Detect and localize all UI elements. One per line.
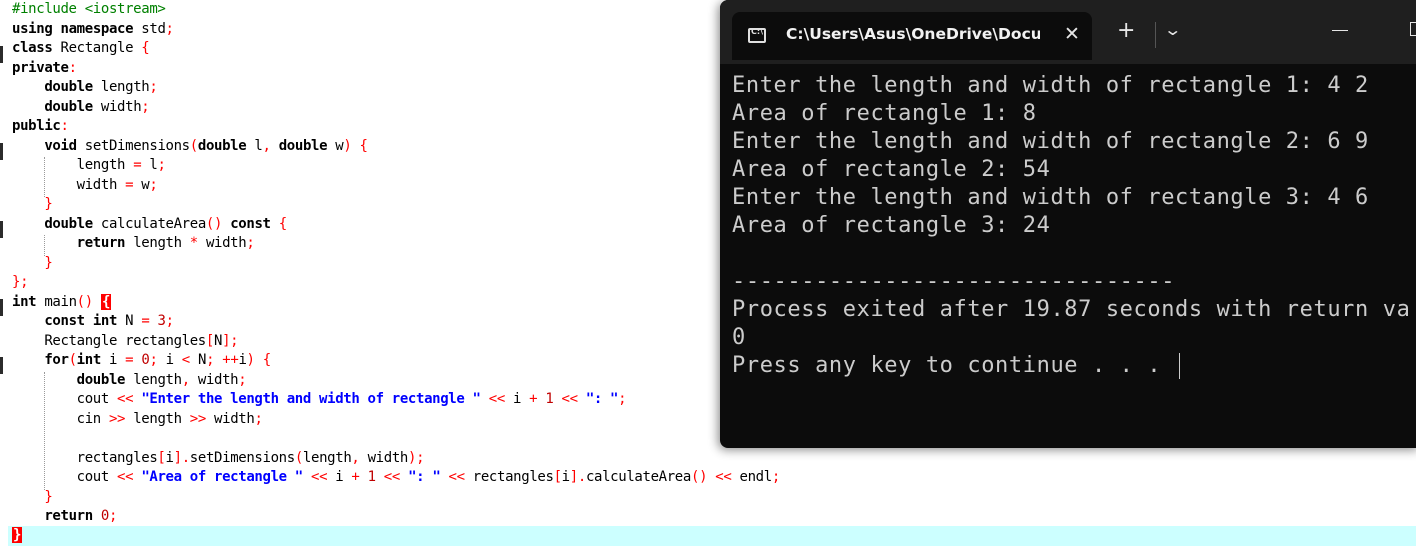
code-line: cout << "Area of rectangle " << i + 1 <<…: [12, 469, 781, 485]
terminal-separator: --------------------------------: [732, 269, 1176, 294]
code-line: double width;: [44, 98, 150, 115]
code-line: }: [44, 196, 53, 212]
code-line: return 0;: [44, 508, 118, 524]
code-line: for(int i = 0; i < N; ++i) {: [44, 352, 271, 368]
terminal-line: Enter the length and width of rectangle …: [732, 129, 1369, 154]
code-line: rectangles[i].setDimensions(length, widt…: [12, 449, 425, 466]
code-line: };: [12, 274, 29, 290]
current-code-line: }: [8, 526, 1416, 546]
terminal-window[interactable]: C:\ C:\Users\Asus\OneDrive\Docu ✕ + ⌄ En…: [720, 0, 1416, 448]
terminal-line: 0: [732, 325, 746, 350]
terminal-line: Process exited after 19.87 seconds with …: [732, 297, 1411, 322]
code-line: }: [44, 254, 53, 271]
code-line: Rectangle rectangles[N];: [12, 332, 239, 349]
terminal-prompt-line: Press any key to continue . . .: [732, 352, 1416, 380]
tab-title: C:\Users\Asus\OneDrive\Docu: [786, 25, 1040, 43]
code-line: double length, width;: [76, 371, 247, 388]
gutter-marker: [0, 143, 3, 160]
terminal-line: Area of rectangle 2: 54: [732, 157, 1051, 182]
text-cursor: [1179, 353, 1181, 379]
code-line: width = w;: [12, 176, 158, 193]
code-line: private:: [12, 59, 77, 76]
code-line: const int N = 3;: [44, 313, 174, 329]
code-line: using namespace std;: [12, 20, 174, 37]
chevron-down-icon[interactable]: ⌄: [1163, 20, 1182, 39]
code-line: #include <iostream>: [12, 1, 166, 17]
tab-divider: [1155, 22, 1156, 48]
terminal-tab-bar: C:\ C:\Users\Asus\OneDrive\Docu ✕ + ⌄: [720, 0, 1416, 64]
code-line: }: [44, 488, 53, 505]
code-line: public:: [12, 118, 69, 134]
gutter-marker: [0, 46, 3, 63]
close-tab-button[interactable]: ✕: [1064, 23, 1080, 45]
code-line: cin >> length >> width;: [12, 410, 263, 427]
gutter-marker: [0, 299, 3, 316]
code-line: return length * width;: [76, 235, 255, 251]
terminal-line: Enter the length and width of rectangle …: [732, 185, 1369, 210]
maximize-button[interactable]: [1410, 22, 1416, 36]
code-line: double calculateArea() const {: [44, 215, 287, 232]
code-line: double length;: [44, 79, 158, 95]
minimize-button[interactable]: [1332, 30, 1348, 31]
terminal-prompt-text: Press any key to continue . . .: [732, 353, 1176, 378]
gutter-marker: [0, 221, 3, 238]
new-tab-button[interactable]: +: [1117, 18, 1135, 44]
gutter-marker: [0, 357, 3, 374]
code-line: class Rectangle {: [12, 40, 150, 56]
code-line: cout << "Enter the length and width of r…: [12, 391, 627, 407]
code-line: int main() {: [12, 293, 112, 310]
terminal-output[interactable]: Enter the length and width of rectangle …: [732, 72, 1416, 380]
terminal-line: Enter the length and width of rectangle …: [732, 73, 1369, 98]
code-line: void setDimensions(double l, double w) {: [44, 137, 368, 154]
console-icon: C:\: [748, 27, 766, 43]
terminal-line: Area of rectangle 1: 8: [732, 101, 1037, 126]
code-line: length = l;: [12, 157, 166, 173]
terminal-tab[interactable]: C:\ C:\Users\Asus\OneDrive\Docu ✕: [732, 12, 1092, 60]
terminal-line: Area of rectangle 3: 24: [732, 213, 1051, 238]
